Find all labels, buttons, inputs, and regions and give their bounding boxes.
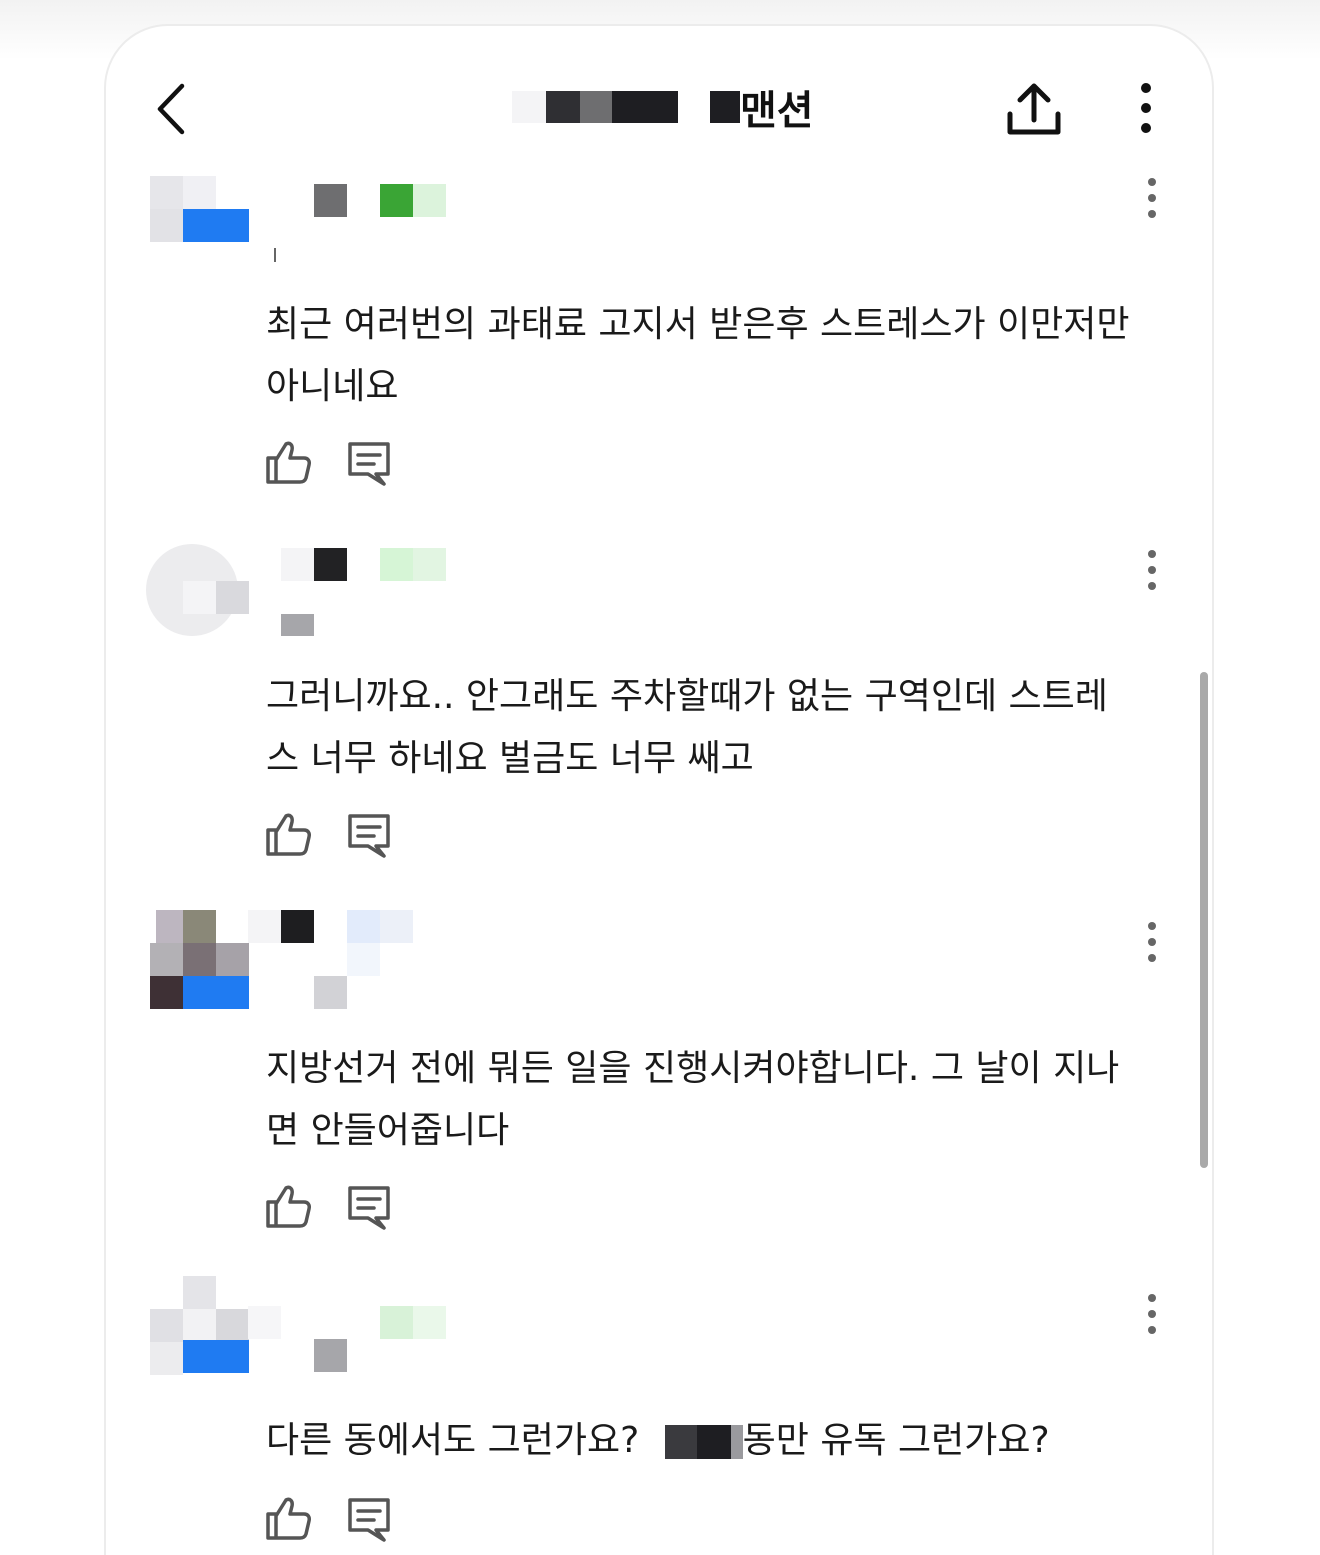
- redacted-title-part: [710, 91, 740, 123]
- reply-icon[interactable]: [344, 1184, 394, 1230]
- thumbs-up-icon[interactable]: [262, 810, 314, 858]
- comment-text: 최근 여러번의 과태료 고지서 받은후 스트레스가 이만저만 아니네요: [266, 304, 1130, 407]
- author-name-redacted[interactable]: [248, 910, 468, 1010]
- reply-icon[interactable]: [344, 1496, 394, 1542]
- chevron-left-icon[interactable]: [150, 80, 198, 138]
- comment-text: 그러니까요.. 안그래도 주차할때가 없는 구역인데 스트레 스 너무 하네요 …: [266, 676, 1108, 779]
- page-title: 맨션: [740, 88, 814, 134]
- comment-more-icon[interactable]: [1134, 540, 1170, 600]
- comment-more-icon[interactable]: [1134, 168, 1170, 228]
- author-name-redacted[interactable]: [248, 538, 468, 638]
- vertical-ellipsis-icon[interactable]: [1128, 80, 1164, 140]
- reply-icon[interactable]: [344, 812, 394, 858]
- redacted-title-part: [546, 91, 580, 123]
- share-upload-icon[interactable]: [1002, 80, 1066, 140]
- avatar[interactable]: [146, 1276, 250, 1376]
- avatar[interactable]: [146, 910, 250, 1010]
- comment-text: 다른 동에서도 그런가요? 동만 유독 그런가요?: [266, 1410, 1176, 1472]
- comment-more-icon[interactable]: [1134, 912, 1170, 972]
- author-name-redacted[interactable]: [248, 1282, 468, 1382]
- screen: 맨션 최근 여러번의 과태료 고지서 받은후 스트레스가 이만저만 아니네요 그…: [0, 0, 1320, 1555]
- redacted-title-part: [580, 91, 612, 123]
- avatar[interactable]: [146, 544, 250, 644]
- redacted-title-part: [512, 91, 546, 123]
- comment-text-part: 동만 유독 그런가요?: [742, 1420, 1050, 1461]
- scrollbar[interactable]: [1200, 672, 1208, 1168]
- thumbs-up-icon[interactable]: [262, 438, 314, 486]
- avatar[interactable]: [146, 160, 250, 260]
- reply-icon[interactable]: [344, 440, 394, 486]
- redacted-text: [730, 1425, 743, 1459]
- redacted-title-part: [678, 91, 710, 123]
- thumbs-up-icon[interactable]: [262, 1182, 314, 1230]
- thumbs-up-icon[interactable]: [262, 1494, 314, 1542]
- redacted-text: [696, 1425, 731, 1459]
- redacted-title-part: [612, 91, 678, 123]
- comment-text: 지방선거 전에 뭐든 일을 진행시켜야합니다. 그 날이 지나 면 안들어줍니다: [266, 1048, 1120, 1151]
- author-name-redacted[interactable]: [248, 166, 468, 266]
- redacted-text: [664, 1425, 697, 1459]
- comment-text-part: 다른 동에서도 그런가요?: [266, 1420, 640, 1461]
- comment-more-icon[interactable]: [1134, 1284, 1170, 1344]
- page-title-wrap: 맨션: [512, 80, 814, 134]
